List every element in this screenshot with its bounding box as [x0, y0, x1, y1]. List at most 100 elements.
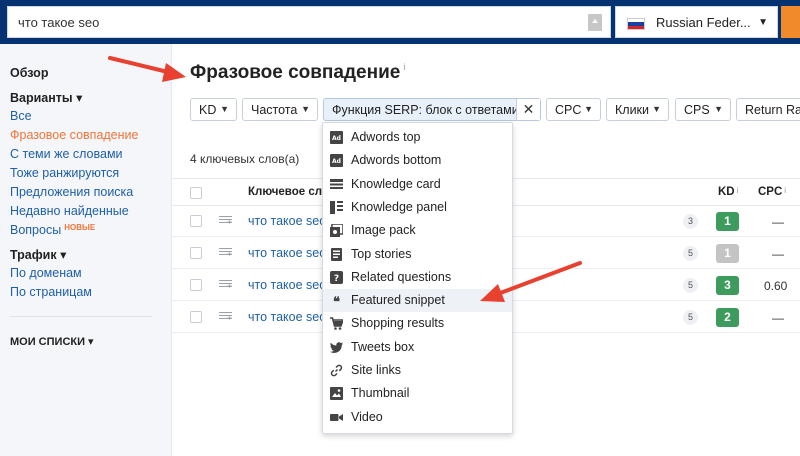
- ad-icon: Ad: [330, 154, 343, 168]
- filter-return-rate[interactable]: Return Ra: [736, 98, 800, 121]
- search-query: что такое seo: [18, 15, 100, 30]
- keyword-link[interactable]: что такое seo: [248, 214, 326, 228]
- sidebar-item-questions[interactable]: Вопросы НОВЫЕ: [10, 223, 95, 237]
- row-checkbox[interactable]: [190, 215, 202, 227]
- dropdown-item-site-links[interactable]: Site links: [323, 359, 512, 382]
- filter-kd[interactable]: KD ▼: [190, 98, 237, 121]
- cpc-value: —: [772, 311, 784, 325]
- dropdown-item-image-pack[interactable]: Image pack: [323, 219, 512, 242]
- sidebar-item-by-pages[interactable]: По страницам: [10, 285, 92, 299]
- dropdown-item-featured-snippet[interactable]: ❝ Featured snippet: [323, 289, 512, 313]
- knowledge-card-icon: [330, 178, 343, 189]
- image-pack-icon: [330, 224, 343, 238]
- dropdown-item-thumbnail[interactable]: Thumbnail: [323, 382, 512, 405]
- dropdown-item-tweets-box[interactable]: Tweets box: [323, 336, 512, 359]
- filter-cpc-label: CPC: [555, 103, 582, 117]
- row-checkbox[interactable]: [190, 247, 202, 259]
- caret-down-icon: ▼: [301, 104, 310, 114]
- link-icon: [330, 364, 343, 377]
- caret-down-icon: ▼: [584, 104, 593, 114]
- keyword-link[interactable]: что такое seo: [248, 246, 326, 260]
- filter-serp-feature[interactable]: Функция SERP: блок с ответами ✕: [323, 98, 541, 121]
- filter-clicks[interactable]: Клики ▼: [606, 98, 669, 121]
- search-button[interactable]: [781, 6, 800, 38]
- keyword-count: 4 ключевых слов(а): [190, 152, 300, 166]
- sidebar-item-search-suggestions[interactable]: Предложения поиска: [10, 185, 133, 199]
- dropdown-item-label: Thumbnail: [351, 386, 410, 401]
- kd-badge: 3: [716, 276, 739, 295]
- kd-badge: 2: [716, 308, 739, 327]
- row-count-badge: 5: [683, 278, 698, 293]
- russia-flag-icon: [627, 18, 645, 30]
- dropdown-item-label: Video: [351, 409, 383, 424]
- dropdown-item-top-stories[interactable]: Top stories: [323, 243, 512, 266]
- add-to-list-icon[interactable]: +: [219, 280, 232, 291]
- twitter-icon: [330, 341, 343, 353]
- caret-down-icon: ▼: [652, 104, 661, 114]
- serp-feature-dropdown: Ad Adwords top Ad Adwords bottom Knowled…: [322, 122, 513, 434]
- svg-text:Ad: Ad: [332, 158, 341, 165]
- sidebar-my-lists[interactable]: МОИ СПИСКИ ▾: [10, 335, 94, 348]
- add-to-list-icon[interactable]: +: [219, 248, 232, 259]
- dropdown-item-knowledge-card[interactable]: Knowledge card: [323, 173, 512, 196]
- sidebar-item-phrase-match[interactable]: Фразовое совпадение: [10, 128, 138, 142]
- row-checkbox[interactable]: [190, 311, 202, 323]
- dropdown-item-label: Tweets box: [351, 339, 415, 354]
- column-kd[interactable]: KD i: [718, 186, 738, 198]
- video-camera-icon: [330, 413, 343, 421]
- keyword-link[interactable]: что такое seo: [248, 310, 326, 324]
- close-icon[interactable]: ✕: [516, 99, 540, 120]
- dropdown-item-video[interactable]: Video: [323, 406, 512, 429]
- sidebar-item-same-terms[interactable]: С теми же словами: [10, 147, 123, 161]
- knowledge-panel-icon: [330, 200, 343, 214]
- sidebar-item-also-rank[interactable]: Тоже ранжируются: [10, 166, 119, 180]
- cart-icon: [330, 317, 343, 331]
- keyword-link[interactable]: что такое seo: [248, 278, 326, 292]
- filter-frequency[interactable]: Частота ▼: [242, 98, 318, 121]
- filter-cps[interactable]: CPS ▼: [675, 98, 731, 121]
- column-keyword[interactable]: Ключевое сло: [248, 186, 329, 198]
- info-icon[interactable]: i: [403, 62, 405, 72]
- add-to-list-icon[interactable]: +: [219, 312, 232, 323]
- image-icon: [330, 387, 343, 401]
- svg-text:❝: ❝: [333, 295, 340, 307]
- column-cpc[interactable]: CPC i: [758, 186, 786, 198]
- quote-icon: ❝: [333, 295, 340, 307]
- info-icon[interactable]: i: [737, 186, 739, 195]
- dropdown-item-adwords-top[interactable]: Ad Adwords top: [323, 126, 512, 149]
- ad-icon: Ad: [330, 131, 343, 144]
- sidebar-overview[interactable]: Обзор: [10, 66, 48, 80]
- add-to-list-icon[interactable]: +: [219, 216, 232, 227]
- filter-cpc[interactable]: CPC ▼: [546, 98, 601, 121]
- sidebar-traffic-heading[interactable]: Трафик ▾: [10, 247, 66, 262]
- kd-badge: 1: [716, 244, 739, 263]
- dropdown-item-adwords-bottom[interactable]: Ad Adwords bottom: [323, 149, 512, 172]
- info-icon[interactable]: i: [784, 186, 786, 195]
- dropdown-item-knowledge-panel[interactable]: Knowledge panel: [323, 196, 512, 219]
- dropdown-item-related-questions[interactable]: ? Related questions: [323, 266, 512, 289]
- sidebar-item-newly-discovered[interactable]: Недавно найденные: [10, 204, 129, 218]
- select-all-checkbox[interactable]: [190, 187, 202, 199]
- sidebar-variants-heading[interactable]: Варианты ▾: [10, 90, 82, 105]
- country-label: Russian Feder...: [656, 15, 751, 30]
- dropdown-item-shopping-results[interactable]: Shopping results: [323, 312, 512, 335]
- upload-icon[interactable]: [588, 14, 602, 31]
- dropdown-item-label: Adwords bottom: [351, 153, 442, 168]
- filter-serp-label: Функция SERP: блок с ответами: [332, 103, 519, 117]
- new-badge: НОВЫЕ: [64, 223, 96, 232]
- caret-down-icon: ▼: [758, 17, 768, 28]
- sidebar-item-questions-label: Вопросы: [10, 223, 62, 237]
- newspaper-icon: [331, 247, 342, 261]
- cpc-value: 0.60: [764, 279, 788, 293]
- dropdown-item-label: Shopping results: [351, 316, 445, 331]
- svg-text:?: ?: [334, 274, 339, 284]
- sidebar-divider: [10, 316, 152, 317]
- row-checkbox[interactable]: [190, 279, 202, 291]
- kd-badge: 1: [716, 212, 739, 231]
- search-input[interactable]: что такое seo: [7, 6, 611, 38]
- sidebar-item-all[interactable]: Все: [10, 109, 32, 123]
- dropdown-item-label: Featured snippet: [351, 293, 445, 308]
- country-select[interactable]: Russian Feder... ▼: [615, 6, 778, 38]
- page-title-text: Фразовое совпадение: [190, 62, 401, 83]
- sidebar-item-by-domains[interactable]: По доменам: [10, 266, 82, 280]
